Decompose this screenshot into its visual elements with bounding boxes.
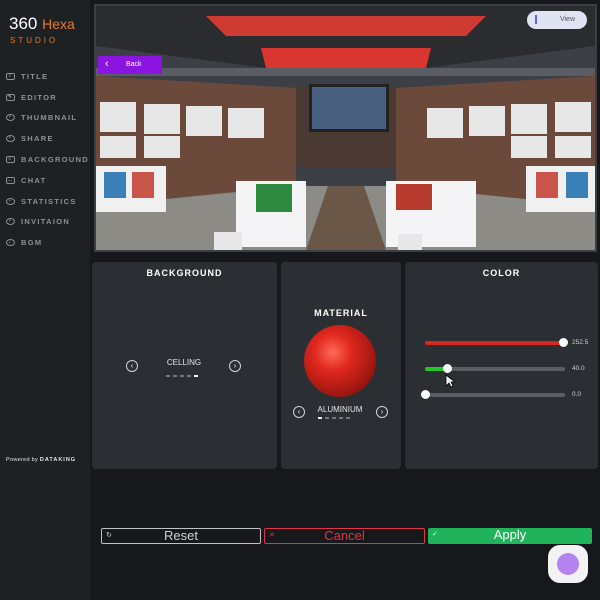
red-slider-fill (425, 341, 564, 345)
blue-value: 0.0 (572, 391, 582, 398)
sidebar-item-label: THUMBNAIL (21, 113, 78, 123)
thumbnail-icon: • (6, 114, 15, 122)
showroom-scene (96, 6, 595, 250)
view-button[interactable]: View (527, 11, 587, 29)
color-panel: COLOR 252.5 40.0 0.0 (405, 262, 598, 469)
red-value: 252.5 (572, 339, 589, 346)
sidebar-item-title[interactable]: T TITLE (6, 66, 89, 87)
chevron-left-icon: ‹ (105, 58, 109, 70)
chevron-left-icon: ‹ (297, 407, 301, 416)
red-slider[interactable] (425, 338, 569, 347)
back-label: Back (126, 61, 142, 68)
sidebar-item-label: SHARE (21, 134, 54, 144)
sliders-icon: ≡ (6, 156, 15, 164)
chat-bot-icon (557, 553, 579, 575)
green-slider-handle[interactable] (442, 364, 452, 373)
material-prev-button[interactable]: ‹ (293, 406, 305, 418)
sidebar-item-label: INVITAION (21, 217, 71, 227)
material-pager-dots (318, 417, 350, 419)
sidebar-item-label: BACKGROUND (21, 155, 89, 165)
material-panel: MATERIAL ‹ › ALUMINIUM (281, 262, 401, 469)
sidebar-item-label: CHAT (21, 175, 47, 185)
material-preview-sphere (304, 325, 376, 397)
reset-icon: ↻ (106, 532, 112, 539)
background-panel: BACKGROUND ‹ › CELLING (92, 262, 277, 469)
apply-label: Apply (493, 527, 527, 542)
brand-logo: 360 Hexa STUDIO (9, 14, 75, 45)
cancel-button[interactable]: ✕ Cancel (264, 528, 425, 544)
sidebar: 360 Hexa STUDIO T TITLE ✎ EDITOR • THUMBNAI… (0, 0, 90, 600)
background-pager-dots (166, 375, 198, 377)
brand-name: Hexa (42, 16, 75, 32)
sidebar-item-label: EDITOR (21, 92, 57, 102)
brand-number: 360 (9, 14, 38, 33)
chevron-right-icon: › (380, 407, 384, 416)
view-label: View (559, 16, 575, 23)
sidebar-item-statistics[interactable]: • STATISTICS (6, 191, 89, 212)
sidebar-item-label: BGM (21, 238, 43, 248)
sidebar-item-share[interactable]: • SHARE (6, 128, 89, 149)
chat-bot-button[interactable] (548, 545, 588, 583)
sidebar-item-label: STATISTICS (21, 196, 77, 206)
blue-slider-handle[interactable] (420, 390, 430, 399)
reset-button[interactable]: ↻ Reset (101, 528, 261, 544)
powered-by: Powered by DATAKING (6, 457, 76, 463)
background-prev-button[interactable]: ‹ (126, 360, 138, 372)
sidebar-item-label: TITLE (21, 71, 49, 81)
background-next-button[interactable]: › (229, 360, 241, 372)
sidebar-item-chat[interactable]: … CHAT (6, 170, 89, 191)
sidebar-item-bgm[interactable]: ♪ BGM (6, 232, 89, 253)
background-panel-title: BACKGROUND (146, 268, 223, 278)
chevron-right-icon: › (233, 361, 237, 370)
statistics-icon: • (6, 197, 15, 205)
material-next-button[interactable]: › (376, 406, 388, 418)
powered-brand: DATAKING (39, 457, 77, 463)
editor-icon: ✎ (6, 93, 15, 101)
chevron-left-icon: ‹ (130, 361, 134, 370)
green-value: 40.0 (572, 365, 585, 372)
sidebar-item-editor[interactable]: ✎ EDITOR (6, 87, 89, 108)
sidebar-menu: T TITLE ✎ EDITOR • THUMBNAIL • SHARE ≡ BACKGR… (6, 66, 89, 253)
cancel-label: Cancel (324, 528, 365, 543)
background-option-label: CELLING (166, 358, 202, 367)
green-slider[interactable] (425, 364, 565, 373)
sidebar-item-background[interactable]: ≡ BACKGROUND (6, 149, 89, 170)
sidebar-item-invitation[interactable]: • INVITAION (6, 212, 89, 233)
brand-subtitle: STUDIO (10, 36, 59, 45)
check-icon: ✓ (432, 531, 438, 538)
close-icon: ✕ (269, 532, 275, 539)
powered-prefix: Powered by (6, 457, 39, 463)
mouse-cursor-icon (445, 374, 455, 388)
reset-label: Reset (164, 528, 198, 543)
sidebar-item-thumbnail[interactable]: • THUMBNAIL (6, 108, 89, 129)
material-option-label: ALUMINIUM (317, 405, 363, 414)
music-icon: ♪ (6, 239, 15, 247)
material-panel-title: MATERIAL (314, 308, 368, 318)
view-indicator-icon (535, 15, 537, 24)
chat-icon: … (6, 176, 15, 184)
back-button[interactable]: ‹ Back (98, 56, 162, 74)
3d-viewport[interactable]: View ‹ Back (94, 4, 597, 252)
blue-slider[interactable] (420, 390, 565, 399)
invitation-icon: • (6, 218, 15, 226)
color-panel-title: COLOR (482, 268, 521, 278)
share-icon: • (6, 135, 15, 143)
apply-button[interactable]: ✓ Apply (428, 528, 592, 544)
title-icon: T (6, 72, 15, 80)
red-slider-handle[interactable] (559, 338, 569, 347)
